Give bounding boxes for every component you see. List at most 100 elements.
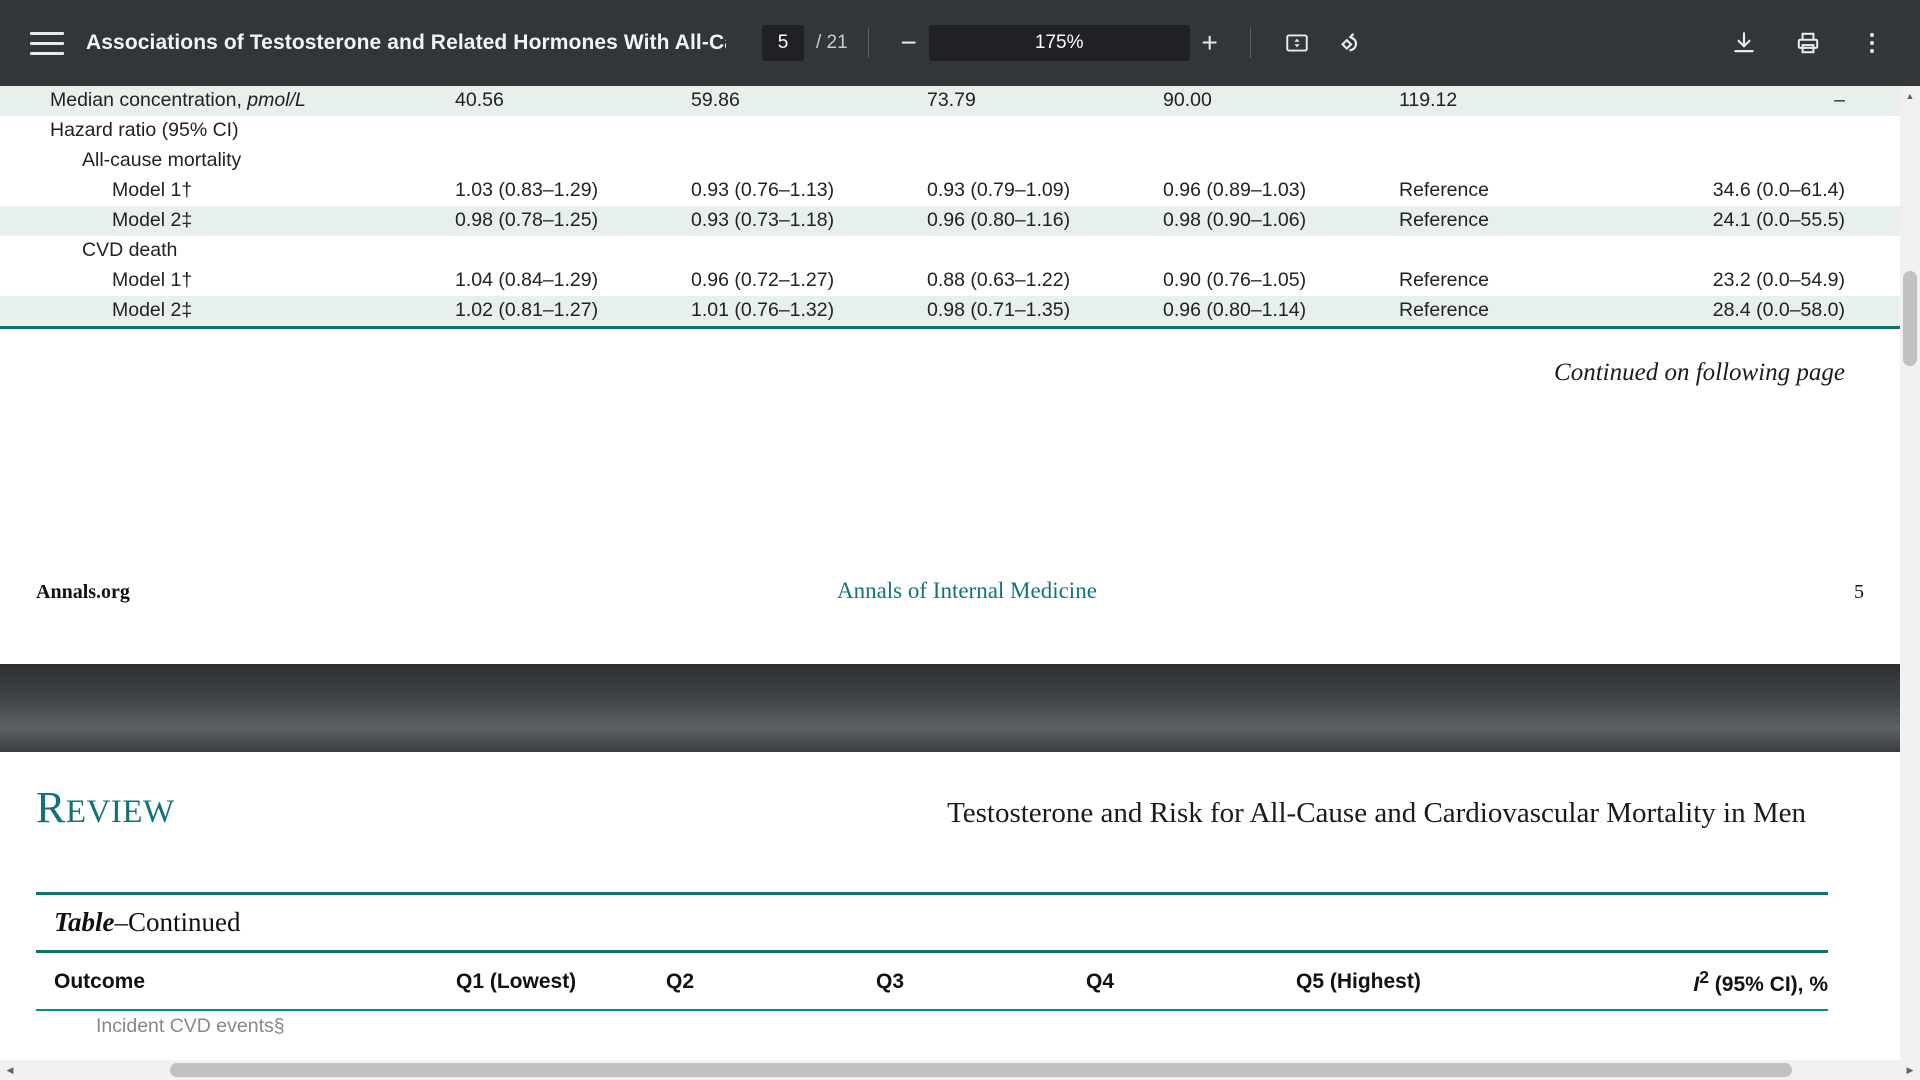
table-continued-caption-row: Table–Continued	[36, 893, 1828, 952]
pdf-toolbar: Associations of Testosterone and Related…	[0, 0, 1920, 86]
table-cell: 1.01 (0.76–1.32)	[691, 299, 835, 321]
row-label: Incident CVD events§	[96, 1015, 285, 1037]
table-cell: 0.93 (0.79–1.09)	[927, 179, 1071, 201]
table-cell	[691, 146, 927, 176]
table-cell: 59.86	[691, 89, 740, 111]
table-row: Model 2‡ 0.98 (0.78–1.25) 0.93 (0.73–1.18)…	[0, 206, 1900, 236]
table-cell: Reference	[1399, 179, 1489, 201]
print-icon[interactable]	[1786, 21, 1830, 65]
table-row: Model 2‡ 1.02 (0.81–1.27) 1.01 (0.76–1.32)…	[0, 296, 1900, 328]
column-header: I2 (95% CI), %	[1693, 967, 1828, 996]
table-cell	[455, 116, 691, 146]
table-cell	[691, 236, 927, 266]
page-number-input[interactable]	[762, 25, 804, 61]
table-cell	[1589, 116, 1900, 146]
table-cell	[1163, 146, 1399, 176]
table-cell	[1399, 116, 1589, 146]
row-label: Hazard ratio (95% CI)	[50, 119, 239, 141]
table-cell	[1399, 236, 1589, 266]
page6-column-headers: Outcome Q1 (Lowest) Q2 Q3 Q4 Q5 (Highest) I2 (…	[36, 953, 1828, 1038]
table-row: CVD death	[0, 236, 1900, 266]
scroll-up-arrow[interactable]: ▲	[1900, 86, 1920, 106]
table-cell: 34.6 (0.0–61.4)	[1712, 179, 1845, 201]
table-cell: 0.98 (0.71–1.35)	[927, 299, 1071, 321]
table-row: All-cause mortality	[0, 146, 1900, 176]
zoom-out-button[interactable]: −	[889, 23, 929, 63]
document-title: Associations of Testosterone and Related…	[86, 31, 726, 54]
table-cell	[1589, 146, 1900, 176]
scroll-right-arrow[interactable]: ▶	[1900, 1060, 1920, 1080]
page-separator	[0, 664, 1900, 752]
zoom-level-input[interactable]	[928, 25, 1190, 61]
table-cell: 0.96 (0.80–1.16)	[927, 209, 1071, 231]
table-cell: Reference	[1399, 269, 1489, 291]
table-cell: Reference	[1399, 299, 1489, 321]
table-cell	[455, 236, 691, 266]
table-cell	[927, 236, 1163, 266]
column-header: Q5 (Highest)	[1296, 970, 1421, 993]
hamburger-menu-icon[interactable]	[30, 26, 64, 60]
table-cell: 0.98 (0.78–1.25)	[455, 209, 599, 231]
table-continued-caption: Table–Continued	[54, 907, 241, 937]
table-cell	[1163, 236, 1399, 266]
horizontal-scroll-thumb[interactable]	[170, 1063, 1792, 1077]
rotate-icon[interactable]	[1327, 21, 1371, 65]
table-cell: 28.4 (0.0–58.0)	[1712, 299, 1845, 321]
table-cell: 0.93 (0.76–1.13)	[691, 179, 835, 201]
table-cell: 119.12	[1399, 89, 1458, 111]
table-cell: 0.96 (0.72–1.27)	[691, 269, 835, 291]
vertical-scrollbar[interactable]: ▲ ▼	[1900, 86, 1920, 1080]
toolbar-divider-2	[1249, 28, 1251, 58]
table-row: Median concentration, pmol/L 40.56 59.86 73…	[0, 86, 1900, 116]
table-cell: 40.56	[455, 89, 504, 111]
row-label: Model 2‡	[112, 299, 193, 321]
page6-table: Table–Continued Outcome Q1 (Lowest) Q2 Q3 Q4…	[36, 892, 1828, 1038]
scroll-left-arrow[interactable]: ◀	[0, 1060, 20, 1080]
table-continued-rows: Median concentration, pmol/L 40.56 59.86 73…	[0, 86, 1900, 329]
column-header: Q1 (Lowest)	[456, 970, 577, 993]
row-label-units: pmol/L	[247, 89, 306, 111]
table-row: Hazard ratio (95% CI)	[0, 116, 1900, 146]
table-cell	[691, 116, 927, 146]
table-cell: 0.90 (0.76–1.05)	[1163, 269, 1307, 291]
table-cell	[455, 146, 691, 176]
page-total-label: / 21	[816, 32, 848, 53]
zoom-in-button[interactable]: +	[1190, 23, 1230, 63]
table-cell: 0.88 (0.63–1.22)	[927, 269, 1071, 291]
pdf-page-6: REVIEW Testosterone and Risk for All‑Cau…	[0, 752, 1900, 1080]
table-cell	[927, 116, 1163, 146]
table-cell: 23.2 (0.0–54.9)	[1712, 269, 1845, 291]
review-label: REVIEW	[36, 783, 175, 832]
table-cell: 1.02 (0.81–1.27)	[455, 299, 599, 321]
column-header: Q3	[876, 970, 905, 993]
pdf-page-5: Median concentration, pmol/L 40.56 59.86 73…	[0, 86, 1900, 728]
running-title: Testosterone and Risk for All‑Cause and …	[947, 797, 1806, 829]
pdf-viewer: Median concentration, pmol/L 40.56 59.86 73…	[0, 86, 1920, 1080]
vertical-scroll-thumb[interactable]	[1903, 271, 1917, 366]
row-label: Median concentration, pmol/L	[50, 89, 306, 111]
row-label: Model 1†	[112, 269, 193, 291]
more-options-icon[interactable]	[1850, 21, 1894, 65]
table-cell	[1163, 116, 1399, 146]
table-cell: 24.1 (0.0–55.5)	[1712, 209, 1845, 231]
fit-to-page-icon[interactable]	[1275, 21, 1319, 65]
column-header-row: Outcome Q1 (Lowest) Q2 Q3 Q4 Q5 (Highest) I2 (…	[36, 953, 1828, 1010]
column-header: Q2	[666, 970, 695, 993]
table-cell: Reference	[1399, 209, 1489, 231]
table-row: Model 1† 1.04 (0.84–1.29) 0.96 (0.72–1.27)…	[0, 266, 1900, 296]
footer-journal-name: Annals of Internal Medicine	[836, 578, 1097, 603]
table-cell: 1.04 (0.84–1.29)	[455, 269, 599, 291]
continued-note: Continued on following page	[1554, 359, 1845, 386]
page-footer: Annals.org Annals of Internal Medicine 5	[0, 578, 1900, 604]
toolbar-divider-1	[867, 28, 869, 58]
table-cell: 90.00	[1163, 89, 1212, 111]
row-label: Model 2‡	[112, 209, 193, 231]
download-icon[interactable]	[1722, 21, 1766, 65]
horizontal-scrollbar[interactable]: ◀ ▶	[0, 1060, 1920, 1080]
row-label: All-cause mortality	[82, 149, 242, 171]
footer-annals-org[interactable]: Annals.org	[36, 581, 130, 604]
table-cell: 73.79	[927, 89, 976, 111]
table-cell: –	[1834, 89, 1845, 111]
table-cell: 0.96 (0.80–1.14)	[1163, 299, 1307, 321]
table-cell: 0.96 (0.89–1.03)	[1163, 179, 1307, 201]
